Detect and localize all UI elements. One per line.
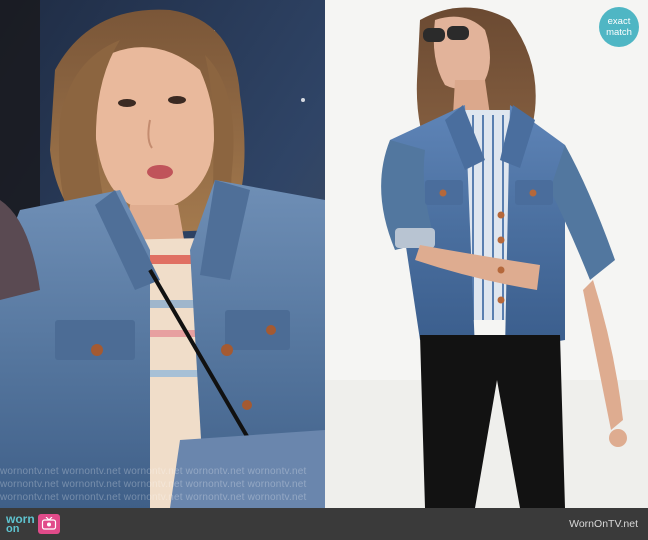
logo-word-on: on xyxy=(6,523,20,535)
badge-line-1: exact xyxy=(607,16,631,27)
product-photo xyxy=(325,0,648,508)
footer-bar: worn on WornOnTV.net xyxy=(0,508,648,540)
show-still-illustration xyxy=(0,0,325,508)
tv-icon xyxy=(37,514,60,534)
exact-match-badge: exact match xyxy=(599,7,639,47)
footer-site-name: WornOnTV.net xyxy=(569,518,638,530)
logo-text: worn on xyxy=(6,513,35,535)
watermark-text: wornontv.net wornontv.net wornontv.net w… xyxy=(0,479,307,490)
watermark-text: wornontv.net wornontv.net wornontv.net w… xyxy=(0,466,307,477)
tv-icon-glyph xyxy=(41,517,56,530)
badge-line-2: match xyxy=(606,27,632,38)
show-still-photo xyxy=(0,0,325,508)
watermark-text: wornontv.net wornontv.net wornontv.net w… xyxy=(0,492,307,503)
product-illustration xyxy=(325,0,648,508)
site-logo[interactable]: worn on xyxy=(6,513,60,535)
